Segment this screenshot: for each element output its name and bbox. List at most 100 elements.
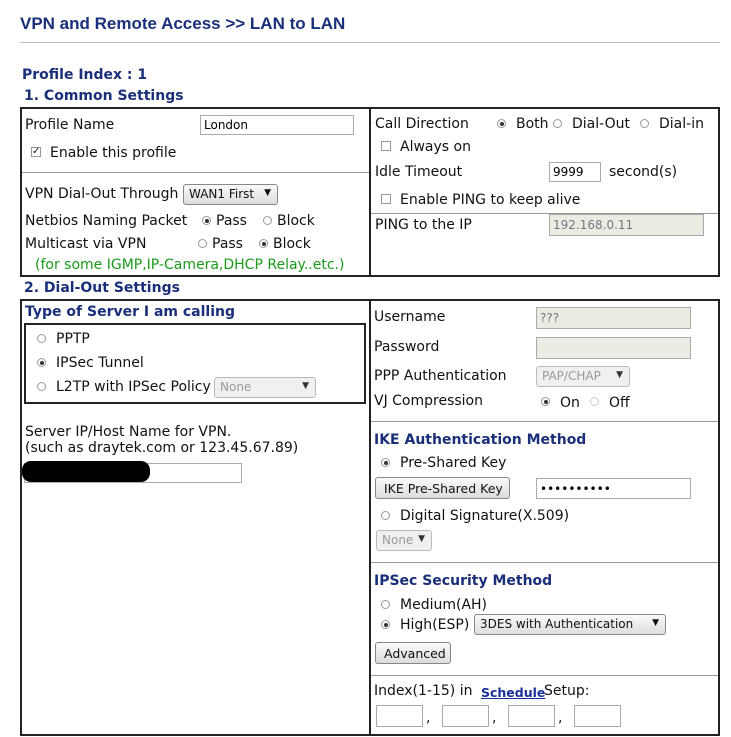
call-direction-both-radio[interactable] [497, 119, 506, 128]
ping-keepalive-label: Enable PING to keep alive [400, 192, 581, 208]
vj-on-label: On [560, 395, 580, 411]
ike-preshared-key-button[interactable]: IKE Pre-Shared Key [375, 477, 510, 499]
chevron-down-icon: ▼ [616, 370, 623, 380]
always-on-label: Always on [400, 139, 471, 155]
vj-on-radio[interactable] [541, 397, 550, 406]
ppp-auth-value: PAP/CHAP [542, 369, 601, 383]
ipsec-separator [371, 562, 718, 563]
dialout-column-divider [369, 299, 371, 736]
ipsec-heading: IPSec Security Method [374, 573, 553, 589]
server-type-pptp-label: PPTP [56, 331, 90, 347]
ping-ip-label: PING to the IP [375, 217, 472, 233]
common-left-separator [22, 172, 369, 173]
medium-ah-radio[interactable] [381, 600, 390, 609]
page-title: VPN and Remote Access >> LAN to LAN [20, 14, 346, 33]
multicast-block-radio[interactable] [259, 239, 268, 248]
digital-signature-select[interactable]: None ▼ [376, 530, 432, 551]
high-esp-radio[interactable] [381, 620, 390, 629]
ping-keepalive-checkbox[interactable] [381, 194, 391, 204]
schedule-setup-label: Setup: [544, 683, 590, 699]
dialout-through-label: VPN Dial-Out Through [25, 186, 179, 202]
ping-ip-input[interactable] [549, 214, 704, 236]
server-type-ipsec-radio[interactable] [37, 358, 46, 367]
multicast-pass-radio[interactable] [198, 239, 207, 248]
netbios-pass-radio[interactable] [202, 216, 211, 225]
schedule-index-input-2[interactable] [442, 705, 489, 727]
schedule-separator-3: , [558, 710, 563, 726]
ppp-auth-label: PPP Authentication [374, 368, 507, 384]
ike-preshared-key-input[interactable] [536, 478, 691, 499]
schedule-separator-2: , [492, 710, 497, 726]
chevron-down-icon: ▼ [302, 381, 309, 391]
call-direction-dialout-radio[interactable] [553, 119, 562, 128]
multicast-block-label: Block [273, 236, 311, 252]
common-settings-heading: 1. Common Settings [24, 88, 184, 104]
enable-profile-label: Enable this profile [50, 145, 177, 161]
dialout-through-value: WAN1 First [189, 187, 255, 201]
call-direction-dialin-label: Dial-in [659, 116, 704, 132]
schedule-index-input-1[interactable] [376, 705, 423, 727]
vj-off-label: Off [609, 395, 630, 411]
schedule-link[interactable]: Schedule [481, 685, 545, 700]
preshared-key-radio[interactable] [381, 458, 390, 467]
call-direction-label: Call Direction [375, 116, 469, 132]
chevron-down-icon: ▼ [264, 188, 271, 198]
password-input[interactable] [536, 337, 691, 359]
server-type-ipsec-label: IPSec Tunnel [56, 355, 144, 371]
idle-timeout-input[interactable] [549, 162, 601, 182]
server-type-l2tp-label: L2TP with IPSec Policy [56, 379, 211, 395]
chevron-down-icon: ▼ [652, 618, 659, 628]
title-divider [20, 42, 720, 43]
password-label: Password [374, 339, 440, 355]
digital-signature-value: None [382, 533, 414, 547]
multicast-pass-label: Pass [212, 236, 243, 252]
chevron-down-icon: ▼ [418, 534, 425, 544]
dialout-through-select[interactable]: WAN1 First ▼ [183, 184, 278, 205]
server-ip-hint: (such as draytek.com or 123.45.67.89) [25, 440, 299, 456]
netbios-block-radio[interactable] [263, 216, 272, 225]
enable-profile-checkbox[interactable]: ✓ [31, 147, 41, 157]
vj-off-radio[interactable] [590, 397, 599, 406]
preshared-key-label: Pre-Shared Key [400, 455, 507, 471]
ppp-auth-select[interactable]: PAP/CHAP ▼ [536, 366, 630, 387]
profile-index-label: Profile Index : 1 [22, 67, 148, 83]
vj-compression-label: VJ Compression [374, 393, 483, 409]
call-direction-dialout-label: Dial-Out [572, 116, 630, 132]
schedule-index-input-3[interactable] [508, 705, 555, 727]
username-label: Username [374, 309, 446, 325]
idle-timeout-unit: second(s) [609, 164, 678, 180]
username-input[interactable] [536, 307, 691, 329]
redaction-mark [22, 461, 150, 482]
server-type-pptp-radio[interactable] [37, 334, 46, 343]
schedule-separator [371, 675, 718, 676]
l2tp-policy-value: None [220, 380, 252, 394]
server-type-l2tp-radio[interactable] [37, 382, 46, 391]
profile-name-input[interactable] [200, 115, 354, 135]
ike-heading: IKE Authentication Method [374, 432, 587, 448]
netbios-block-label: Block [277, 213, 315, 229]
digital-signature-radio[interactable] [381, 511, 390, 520]
server-ip-label: Server IP/Host Name for VPN. [25, 424, 232, 440]
idle-timeout-label: Idle Timeout [375, 164, 463, 180]
schedule-separator-1: , [426, 710, 431, 726]
schedule-index-input-4[interactable] [574, 705, 621, 727]
esp-method-select[interactable]: 3DES with Authentication ▼ [474, 614, 666, 635]
call-direction-both-label: Both [516, 116, 549, 132]
netbios-label: Netbios Naming Packet [25, 213, 188, 229]
schedule-index-label: Index(1-15) in [374, 683, 473, 699]
profile-name-label: Profile Name [25, 117, 115, 133]
call-direction-dialin-radio[interactable] [640, 119, 649, 128]
multicast-label: Multicast via VPN [25, 236, 147, 252]
medium-ah-label: Medium(AH) [400, 597, 488, 613]
advanced-button[interactable]: Advanced [375, 642, 451, 664]
server-type-heading: Type of Server I am calling [25, 304, 235, 320]
common-settings-column-divider [369, 107, 371, 277]
digital-signature-label: Digital Signature(X.509) [400, 508, 570, 524]
high-esp-label: High(ESP) [400, 617, 470, 633]
always-on-checkbox[interactable] [381, 141, 391, 151]
dialout-settings-heading: 2. Dial-Out Settings [24, 280, 180, 296]
multicast-note: (for some IGMP,IP-Camera,DHCP Relay..etc… [35, 257, 345, 273]
esp-method-value: 3DES with Authentication [480, 617, 634, 631]
netbios-pass-label: Pass [216, 213, 247, 229]
l2tp-policy-select[interactable]: None ▼ [214, 377, 316, 398]
